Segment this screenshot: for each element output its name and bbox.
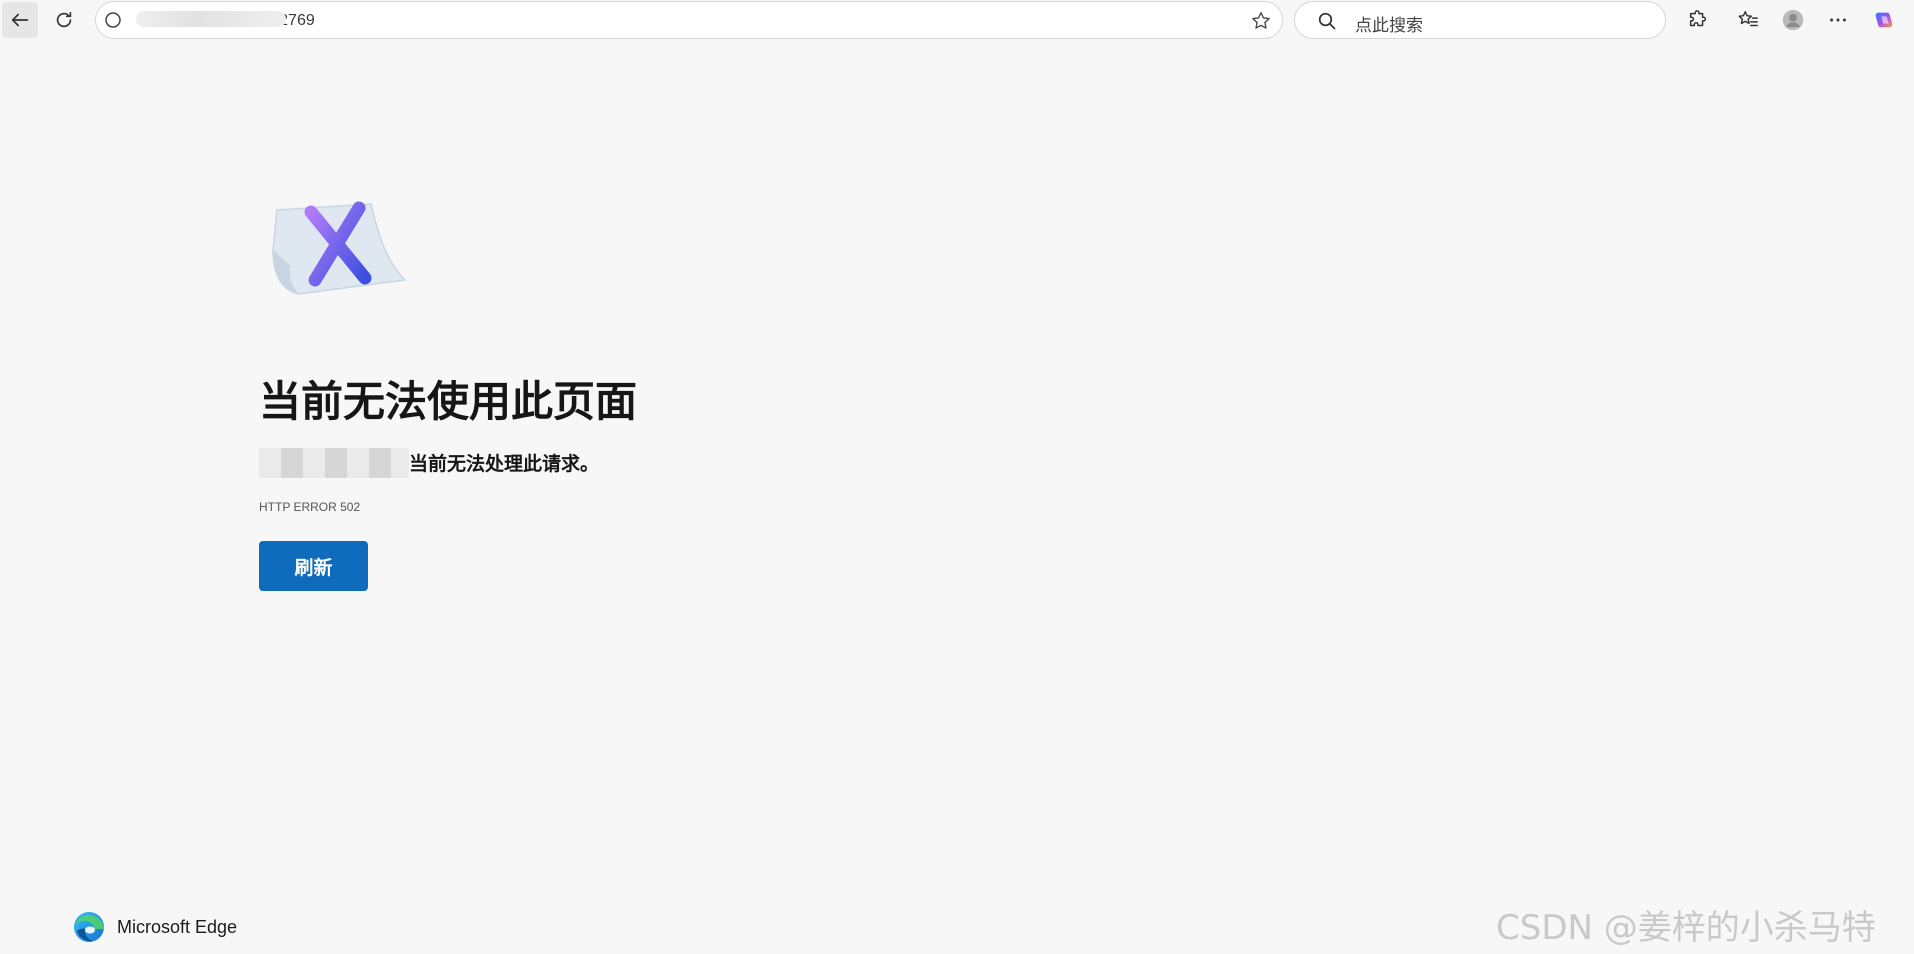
avatar-icon xyxy=(1782,9,1804,31)
puzzle-icon xyxy=(1689,10,1707,27)
redacted-host xyxy=(136,11,286,27)
brand-name: Microsoft Edge xyxy=(117,916,238,937)
browser-toolbar: 39:32769 点此搜索 xyxy=(0,0,1914,40)
extensions-button[interactable] xyxy=(1684,6,1712,34)
favorite-star-icon[interactable] xyxy=(1250,10,1272,32)
search-placeholder: 点此搜索 xyxy=(1355,16,1423,35)
more-horizontal-icon xyxy=(1830,18,1846,22)
favorites-button[interactable] xyxy=(1734,6,1762,34)
favorites-list-icon xyxy=(1738,11,1758,27)
reload-button[interactable] xyxy=(46,2,82,38)
error-code: HTTP ERROR 502 xyxy=(259,500,361,514)
error-description-text: 当前无法处理此请求。 xyxy=(409,454,600,475)
arrow-left-icon xyxy=(11,13,29,27)
site-info-icon[interactable] xyxy=(104,11,122,29)
error-description: 当前无法处理此请求。 xyxy=(259,448,959,478)
edge-brand: Microsoft Edge xyxy=(73,911,237,943)
copilot-button[interactable] xyxy=(1870,6,1898,34)
redacted-host xyxy=(259,448,409,478)
search-box[interactable]: 点此搜索 xyxy=(1294,1,1666,39)
address-url[interactable]: 39:32769 xyxy=(136,11,315,30)
watermark: CSDN @姜梓的小杀马特 xyxy=(1496,908,1876,948)
error-title: 当前无法使用此页面 xyxy=(259,378,638,425)
settings-more-button[interactable] xyxy=(1824,6,1852,34)
edge-logo-icon xyxy=(74,912,104,942)
back-button[interactable] xyxy=(2,2,38,38)
refresh-button[interactable]: 刷新 xyxy=(259,541,368,591)
reload-icon xyxy=(56,11,72,28)
profile-button[interactable] xyxy=(1779,6,1807,34)
copilot-icon xyxy=(1875,12,1893,28)
address-bar[interactable]: 39:32769 xyxy=(95,1,1283,39)
search-icon xyxy=(1318,12,1336,30)
error-x-illustration xyxy=(272,201,407,295)
